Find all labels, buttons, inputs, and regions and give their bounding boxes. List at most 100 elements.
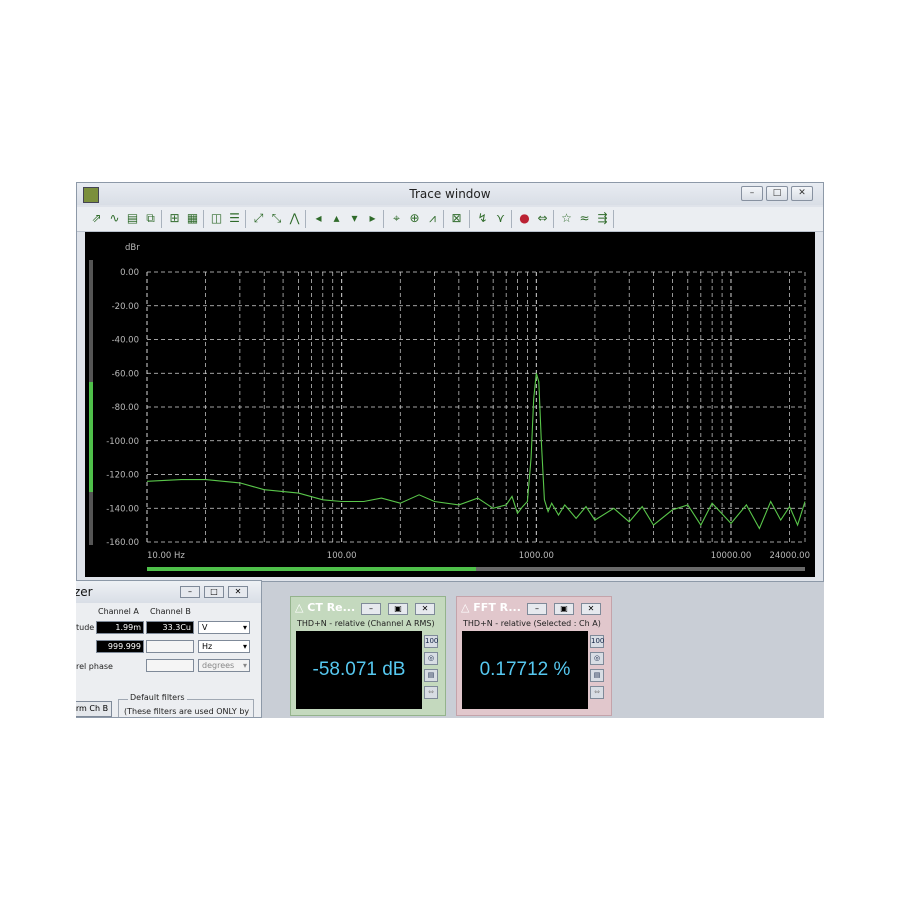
table-icon[interactable]: ▦	[185, 210, 200, 227]
zoom-y-icon[interactable]: ⤡	[269, 210, 284, 227]
ct-close-button[interactable]: ✕	[415, 603, 435, 615]
list-icon[interactable]: ☰	[227, 210, 242, 227]
analyzer-close-button[interactable]: ✕	[228, 586, 248, 598]
zoom-x-icon[interactable]: ⤢	[251, 210, 266, 227]
minimize-button[interactable]: –	[741, 186, 763, 201]
ct-settings-icon[interactable]: ▤	[424, 669, 438, 682]
phase-field	[146, 659, 194, 672]
marker-peak-icon[interactable]: ⩘	[425, 210, 440, 227]
amplitude-b-field[interactable]: 33.3Cu	[146, 621, 194, 634]
y-tick-label: -40.00	[112, 336, 139, 346]
cursor-left-icon[interactable]: ◂	[311, 210, 326, 227]
fft-settings-icon[interactable]: ▤	[590, 669, 604, 682]
fft-maximize-button[interactable]: ▣	[554, 603, 574, 615]
cursor-right-icon[interactable]: ▸	[365, 210, 380, 227]
relative-phase-label: rel phase	[76, 662, 113, 671]
analyzer-panel: zer – □ ✕ Channel A Channel B tude 1.99m…	[76, 580, 262, 718]
y-tick-label: -100.00	[106, 437, 139, 447]
fft-target-icon[interactable]: ◎	[590, 652, 604, 665]
cursor-down-icon[interactable]: ▾	[347, 210, 362, 227]
ct-minimize-button[interactable]: –	[361, 603, 381, 615]
maximize-button[interactable]: □	[766, 186, 788, 201]
trace-window: Trace window – □ ✕ ⇗ ∿ ▤ ⧉ ⊞ ▦ ◫ ☰ ⤢ ⤡ ⋀…	[76, 182, 824, 582]
fft-close-button[interactable]: ✕	[581, 603, 601, 615]
analyzer-minimize-button[interactable]: –	[180, 586, 200, 598]
trace-curve-icon[interactable]: ∿	[107, 210, 122, 227]
save-icon[interactable]: ▤	[125, 210, 140, 227]
y-unit-label: dBr	[125, 243, 140, 253]
chevron-down-icon: ▾	[242, 642, 247, 651]
compare-icon[interactable]: ≈	[577, 210, 592, 227]
fft-range-icon[interactable]: 100	[590, 635, 604, 648]
transform-ch-b-button[interactable]: rm Ch B	[76, 701, 112, 717]
ct-meter-title: △ CT Re...	[295, 601, 356, 614]
ct-meter-subtitle: THD+N - relative (Channel A RMS)	[297, 619, 435, 628]
frequency-a-field[interactable]: 999.999	[96, 640, 144, 653]
x-tick-label: 24000.00	[769, 551, 810, 561]
frequency-unit-select[interactable]: Hz ▾	[198, 640, 250, 653]
fft-minimize-button[interactable]: –	[527, 603, 547, 615]
ct-target-icon[interactable]: ◎	[424, 652, 438, 665]
fft-expand-icon[interactable]: ⇔	[590, 686, 604, 699]
analyzer-title: zer	[76, 585, 93, 599]
x-tick-label: 10000.00	[711, 551, 752, 561]
marker-b-icon[interactable]: ⊕	[407, 210, 422, 227]
x-scrollbar-thumb	[147, 567, 476, 571]
ct-maximize-button[interactable]: ▣	[388, 603, 408, 615]
spectrum-trace	[146, 373, 806, 530]
frequency-b-field	[146, 640, 194, 653]
ct-result-meter: △ CT Re... – ▣ ✕ THD+N - relative (Chann…	[290, 596, 446, 716]
fft-meter-display: 0.17712 %	[462, 631, 588, 709]
y-tick-label: -60.00	[112, 369, 139, 379]
amplitude-unit-value: V	[202, 623, 208, 632]
y-tick-label: 0.00	[120, 268, 139, 278]
autoscale-icon[interactable]: ⋀	[287, 210, 302, 227]
phase-unit-select: degrees ▾	[198, 659, 250, 672]
close-button[interactable]: ✕	[791, 186, 813, 201]
channel-b-header: Channel B	[150, 607, 191, 616]
marker-a-icon[interactable]: ⌖	[389, 210, 404, 227]
default-filters-text: (These filters are used ONLY by	[124, 707, 250, 716]
chevron-down-icon: ▾	[242, 623, 247, 632]
trace-style-icon[interactable]: ↯	[475, 210, 490, 227]
amplitude-a-field[interactable]: 1.99m	[96, 621, 144, 634]
phase-unit-value: degrees	[202, 661, 235, 670]
fit-icon[interactable]: ⊠	[449, 210, 464, 227]
fft-meter-title: △ FFT R...	[461, 601, 521, 614]
fft-meter-value: 0.17712 %	[479, 659, 571, 680]
cursor-up-icon[interactable]: ▴	[329, 210, 344, 227]
fft-meter-subtitle: THD+N - relative (Selected : Ch A)	[463, 619, 601, 628]
y-tick-label: -160.00	[106, 538, 139, 548]
y-tick-label: -120.00	[106, 471, 139, 481]
expand-icon[interactable]: ⇔	[535, 210, 550, 227]
amplitude-label: tude	[76, 623, 95, 632]
chevron-down-icon: ▾	[242, 661, 247, 670]
spectrum-chart: 0.00 -20.00 -40.00 -60.00 -80.00 -100.00 -120.…	[89, 243, 810, 571]
frequency-unit-value: Hz	[202, 642, 213, 651]
ct-expand-icon[interactable]: ⇔	[424, 686, 438, 699]
x-tick-label: 10.00 Hz	[147, 551, 185, 561]
ct-meter-value: -58.071 dB	[312, 659, 406, 680]
chart-settings-icon[interactable]: ◫	[209, 210, 224, 227]
analyzer-maximize-button[interactable]: □	[204, 586, 224, 598]
trace-color-icon[interactable]: ⋎	[493, 210, 508, 227]
ct-range-icon[interactable]: 100	[424, 635, 438, 648]
level-meter-fill	[89, 382, 93, 492]
fft-meter-title-text: FFT R...	[473, 601, 521, 614]
ct-meter-title-text: CT Re...	[307, 601, 356, 614]
grid-icon[interactable]: ⊞	[167, 210, 182, 227]
window-title: Trace window	[409, 187, 491, 201]
export-icon[interactable]: ⇶	[595, 210, 610, 227]
trace-toolbar: ⇗ ∿ ▤ ⧉ ⊞ ▦ ◫ ☰ ⤢ ⤡ ⋀ ◂ ▴ ▾ ▸ ⌖ ⊕ ⩘ ⊠ ↯ …	[77, 207, 823, 232]
trace-add-icon[interactable]: ⇗	[89, 210, 104, 227]
reference-icon[interactable]: ☆	[559, 210, 574, 227]
copy-icon[interactable]: ⧉	[143, 210, 158, 227]
record-icon[interactable]: ●	[517, 210, 532, 227]
ct-meter-display: -58.071 dB	[296, 631, 422, 709]
channel-a-header: Channel A	[98, 607, 139, 616]
default-filters-title: Default filters	[128, 693, 187, 702]
amplitude-unit-select[interactable]: V ▾	[198, 621, 250, 634]
plot-area[interactable]: 0.00 -20.00 -40.00 -60.00 -80.00 -100.00 -120.…	[85, 232, 815, 577]
y-tick-label: -20.00	[112, 302, 139, 312]
trace-window-titlebar[interactable]: Trace window – □ ✕	[77, 183, 823, 205]
